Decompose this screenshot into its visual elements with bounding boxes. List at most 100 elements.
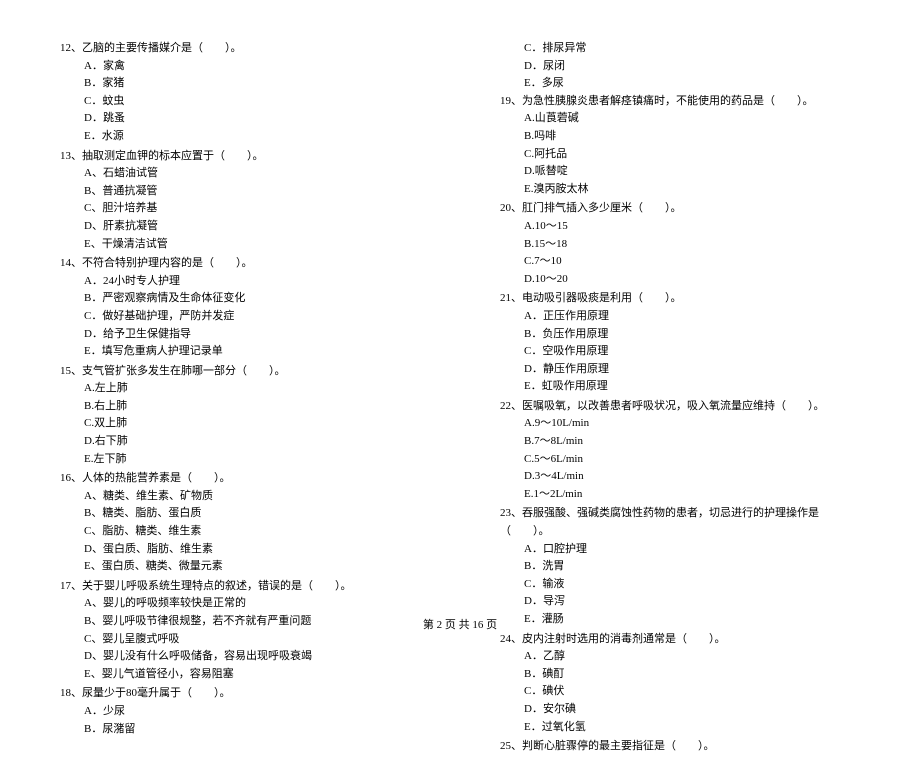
option-item: B、普通抗凝管 — [84, 183, 420, 201]
question-text: 18、尿量少于80毫升属于（ ）。 — [60, 685, 420, 703]
option-item: A、糖类、维生素、矿物质 — [84, 488, 420, 506]
question-block: 23、吞服强酸、强碱类腐蚀性药物的患者，切忌进行的护理操作是（ ）。A．口腔护理… — [500, 505, 860, 628]
option-item: C、胆汁培养基 — [84, 200, 420, 218]
option-item: B、糖类、脂肪、蛋白质 — [84, 505, 420, 523]
option-item: C．碘伏 — [524, 683, 860, 701]
options-group: A.左上肺B.右上肺C.双上肺D.右下肺E.左下肺 — [60, 380, 420, 468]
option-item: B．负压作用原理 — [524, 326, 860, 344]
option-item: B．洗胃 — [524, 558, 860, 576]
question-text: 22、医嘱吸氧，以改善患者呼吸状况，吸入氧流量应维持（ ）。 — [500, 398, 860, 416]
option-item: E.1～2L/min — [524, 486, 860, 504]
options-group: A、石蜡油试管B、普通抗凝管C、胆汁培养基D、肝素抗凝管E、干燥清洁试管 — [60, 165, 420, 253]
option-item: A．家禽 — [84, 58, 420, 76]
options-group: A．少尿B．尿潴留 — [60, 703, 420, 738]
question-text: 21、电动吸引器吸痰是利用（ ）。 — [500, 290, 860, 308]
options-group: A.10～15B.15～18C.7～10D.10～20 — [500, 218, 860, 288]
option-item: D．尿闭 — [524, 58, 860, 76]
option-item: B.15～18 — [524, 236, 860, 254]
option-item: A．口腔护理 — [524, 541, 860, 559]
question-block: 16、人体的热能营养素是（ ）。A、糖类、维生素、矿物质B、糖类、脂肪、蛋白质C… — [60, 470, 420, 576]
option-item: C、婴儿呈腹式呼吸 — [84, 631, 420, 649]
question-block: 25、判断心脏骤停的最主要指征是（ ）。 — [500, 738, 860, 756]
option-item: C.7～10 — [524, 253, 860, 271]
options-group: A．乙醇B．碘酊C．碘伏D．安尔碘E．过氧化氢 — [500, 648, 860, 736]
question-text: 16、人体的热能营养素是（ ）。 — [60, 470, 420, 488]
option-item: A、婴儿的呼吸频率较快是正常的 — [84, 595, 420, 613]
option-item: A、石蜡油试管 — [84, 165, 420, 183]
option-item: A．正压作用原理 — [524, 308, 860, 326]
option-item: B．碘酊 — [524, 666, 860, 684]
question-block: 15、支气管扩张多发生在肺哪一部分（ ）。A.左上肺B.右上肺C.双上肺D.右下… — [60, 363, 420, 469]
options-group: A．家禽B．家猪C．蚊虫D．跳蚤E．水源 — [60, 58, 420, 146]
question-text: 12、乙脑的主要传播媒介是（ ）。 — [60, 40, 420, 58]
option-item: C.5～6L/min — [524, 451, 860, 469]
option-item: E、婴儿气道管径小，容易阻塞 — [84, 666, 420, 684]
option-item: D．导泻 — [524, 593, 860, 611]
option-item: D．跳蚤 — [84, 110, 420, 128]
two-column-layout: 12、乙脑的主要传播媒介是（ ）。A．家禽B．家猪C．蚊虫D．跳蚤E．水源13、… — [60, 40, 860, 758]
option-item: C、脂肪、糖类、维生素 — [84, 523, 420, 541]
option-item: C．做好基础护理，严防并发症 — [84, 308, 420, 326]
option-item: E．过氧化氢 — [524, 719, 860, 737]
option-item: B.右上肺 — [84, 398, 420, 416]
option-item: B．家猪 — [84, 75, 420, 93]
question-block: 14、不符合特别护理内容的是（ ）。A．24小时专人护理B．严密观察病情及生命体… — [60, 255, 420, 361]
option-item: D.10～20 — [524, 271, 860, 289]
options-group: A.山莨菪碱B.吗啡C.阿托品D.哌替啶E.溴丙胺太林 — [500, 110, 860, 198]
option-item: A.9～10L/min — [524, 415, 860, 433]
question-block: 21、电动吸引器吸痰是利用（ ）。A．正压作用原理B．负压作用原理C．空吸作用原… — [500, 290, 860, 396]
question-block: 19、为急性胰腺炎患者解痉镇痛时，不能使用的药品是（ ）。A.山莨菪碱B.吗啡C… — [500, 93, 860, 199]
question-text: 23、吞服强酸、强碱类腐蚀性药物的患者，切忌进行的护理操作是（ ）。 — [500, 505, 860, 540]
question-block: 12、乙脑的主要传播媒介是（ ）。A．家禽B．家猪C．蚊虫D．跳蚤E．水源 — [60, 40, 420, 146]
question-text: 19、为急性胰腺炎患者解痉镇痛时，不能使用的药品是（ ）。 — [500, 93, 860, 111]
option-item: E．填写危重病人护理记录单 — [84, 343, 420, 361]
question-text: 25、判断心脏骤停的最主要指征是（ ）。 — [500, 738, 860, 756]
question-text: 15、支气管扩张多发生在肺哪一部分（ ）。 — [60, 363, 420, 381]
question-text: 24、皮内注射时选用的消毒剂通常是（ ）。 — [500, 631, 860, 649]
option-item: A．乙醇 — [524, 648, 860, 666]
option-item: D．安尔碘 — [524, 701, 860, 719]
option-item: E．水源 — [84, 128, 420, 146]
option-item: C.阿托品 — [524, 146, 860, 164]
option-item: C．排尿异常 — [524, 40, 860, 58]
question-text: 13、抽取测定血钾的标本应置于（ ）。 — [60, 148, 420, 166]
question-text: 14、不符合特别护理内容的是（ ）。 — [60, 255, 420, 273]
option-item: A.山莨菪碱 — [524, 110, 860, 128]
option-item: B.吗啡 — [524, 128, 860, 146]
options-group: A．24小时专人护理B．严密观察病情及生命体征变化C．做好基础护理，严防并发症D… — [60, 273, 420, 361]
options-group-continuation: C．排尿异常D．尿闭E．多尿 — [500, 40, 860, 93]
page-footer: 第 2 页 共 16 页 — [0, 616, 920, 632]
option-item: A.10～15 — [524, 218, 860, 236]
option-item: D.右下肺 — [84, 433, 420, 451]
question-block: 24、皮内注射时选用的消毒剂通常是（ ）。A．乙醇B．碘酊C．碘伏D．安尔碘E．… — [500, 631, 860, 737]
option-item: A.左上肺 — [84, 380, 420, 398]
option-item: E、蛋白质、糖类、微量元素 — [84, 558, 420, 576]
options-group: A．正压作用原理B．负压作用原理C．空吸作用原理D．静压作用原理E．虹吸作用原理 — [500, 308, 860, 396]
question-block: 13、抽取测定血钾的标本应置于（ ）。A、石蜡油试管B、普通抗凝管C、胆汁培养基… — [60, 148, 420, 254]
option-item: C.双上肺 — [84, 415, 420, 433]
option-item: D.3～4L/min — [524, 468, 860, 486]
option-item: E.溴丙胺太林 — [524, 181, 860, 199]
option-item: A．少尿 — [84, 703, 420, 721]
option-item: C．空吸作用原理 — [524, 343, 860, 361]
option-item: E.左下肺 — [84, 451, 420, 469]
right-column: C．排尿异常D．尿闭E．多尿19、为急性胰腺炎患者解痉镇痛时，不能使用的药品是（… — [500, 40, 860, 758]
option-item: C．蚊虫 — [84, 93, 420, 111]
options-group: A、婴儿的呼吸频率较快是正常的B、婴儿呼吸节律很规整，若不齐就有严重问题C、婴儿… — [60, 595, 420, 683]
question-text: 20、肛门排气插入多少厘米（ ）。 — [500, 200, 860, 218]
options-group: A、糖类、维生素、矿物质B、糖类、脂肪、蛋白质C、脂肪、糖类、维生素D、蛋白质、… — [60, 488, 420, 576]
question-text: 17、关于婴儿呼吸系统生理特点的叙述，错误的是（ ）。 — [60, 578, 420, 596]
option-item: D、蛋白质、脂肪、维生素 — [84, 541, 420, 559]
option-item: A．24小时专人护理 — [84, 273, 420, 291]
question-block: 18、尿量少于80毫升属于（ ）。A．少尿B．尿潴留 — [60, 685, 420, 738]
option-item: B.7～8L/min — [524, 433, 860, 451]
option-item: D、婴儿没有什么呼吸储备，容易出现呼吸衰竭 — [84, 648, 420, 666]
option-item: D．给予卫生保健指导 — [84, 326, 420, 344]
option-item: D．静压作用原理 — [524, 361, 860, 379]
left-column: 12、乙脑的主要传播媒介是（ ）。A．家禽B．家猪C．蚊虫D．跳蚤E．水源13、… — [60, 40, 420, 758]
option-item: C．输液 — [524, 576, 860, 594]
option-item: B．尿潴留 — [84, 721, 420, 739]
option-item: E．虹吸作用原理 — [524, 378, 860, 396]
option-item: E、干燥清洁试管 — [84, 236, 420, 254]
option-item: E．多尿 — [524, 75, 860, 93]
